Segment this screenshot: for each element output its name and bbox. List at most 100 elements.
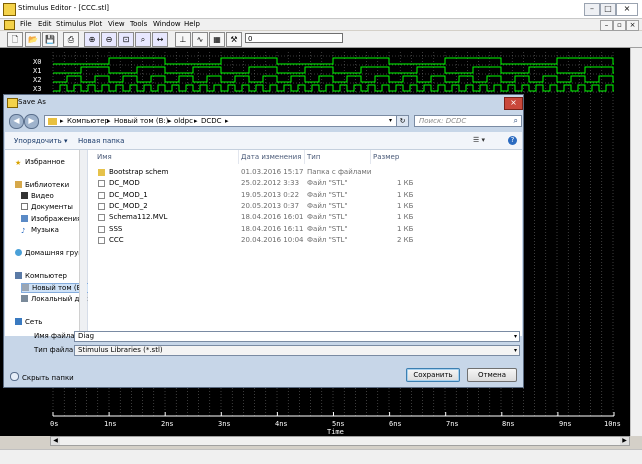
mdi-close-button[interactable]: × — [626, 20, 639, 31]
save-button[interactable]: Сохранить — [406, 368, 460, 382]
window-title: Stimulus Editor - [CCC.stl] — [18, 4, 110, 12]
pan-icon[interactable]: ↔ — [152, 32, 168, 47]
column-separator[interactable] — [238, 150, 239, 164]
column-type[interactable]: Тип — [307, 153, 320, 161]
axis-tick: 7ns — [446, 420, 459, 428]
mdi-restore-button[interactable]: ▫ — [613, 20, 626, 31]
menu-window[interactable]: Window — [153, 20, 181, 28]
column-separator[interactable] — [370, 150, 371, 164]
breadcrumb-computer[interactable]: Компьютер — [67, 117, 109, 125]
column-date[interactable]: Дата изменения — [241, 153, 301, 161]
breadcrumb-oldpc[interactable]: oldpc — [174, 117, 193, 125]
organize-button[interactable]: Упорядочить ▾ — [14, 137, 68, 145]
image-icon — [21, 215, 28, 222]
command-bar: Упорядочить ▾ Новая папка ☰ ▾ ? — [5, 132, 522, 150]
axis-title: Time — [327, 428, 344, 436]
file-row[interactable]: Schema112.MVL 18.04.2016 16:01 Файл "STL… — [88, 212, 522, 223]
mdi-minimize-button[interactable]: – — [600, 20, 613, 31]
menu-stimulus[interactable]: Stimulus — [56, 20, 86, 28]
waveform-icon[interactable]: ∿ — [192, 32, 208, 47]
new-icon[interactable]: 🗋 — [7, 32, 23, 47]
chevron-down-icon[interactable]: ▾ — [514, 346, 517, 355]
nav-network[interactable]: Сеть — [15, 318, 85, 326]
signal-waveform — [53, 66, 614, 74]
axis-tick: 4ns — [275, 420, 288, 428]
scroll-right-arrow-icon[interactable]: ▶ — [620, 437, 629, 445]
nav-favorites[interactable]: ★ Избранное — [15, 158, 85, 166]
chevron-down-icon[interactable]: ▾ — [514, 332, 517, 341]
address-bar[interactable]: ▸ Компьютер ▸ Новый том (B:) ▸ oldpc ▸ D… — [44, 115, 409, 127]
navigation-pane: ★ Избранное Библиотеки Видео Документы Из… — [5, 150, 93, 336]
save-icon[interactable]: 💾 — [42, 32, 58, 47]
zoom-in-icon[interactable]: ⊕ — [84, 32, 100, 47]
file-row[interactable]: Bootstrap schem 01.03.2016 15:17 Папка с… — [88, 167, 522, 178]
music-icon: ♪ — [21, 227, 26, 234]
status-bar — [0, 449, 642, 464]
dialog-close-button[interactable]: × — [504, 97, 523, 110]
file-row[interactable]: DC_MOD_2 20.05.2013 0:37 Файл "STL" 1 КБ — [88, 201, 522, 212]
zoom-out-icon[interactable]: ⊖ — [101, 32, 117, 47]
filetype-label: Тип файла: — [34, 346, 76, 354]
document-icon[interactable] — [4, 20, 15, 30]
document-icon — [21, 203, 28, 210]
zoom-fit-icon[interactable]: ⌕ — [135, 32, 151, 47]
file-row[interactable]: CCC 20.04.2016 10:04 Файл "STL" 2 КБ — [88, 235, 522, 246]
nav-computer[interactable]: Компьютер — [15, 272, 85, 280]
refresh-icon[interactable]: ↻ — [396, 115, 409, 127]
help-icon[interactable]: ? — [508, 136, 517, 145]
file-row[interactable]: DC_MOD_1 19.05.2013 0:22 Файл "STL" 1 КБ — [88, 190, 522, 201]
filename-input[interactable]: Diag ▾ — [74, 331, 520, 342]
new-folder-button[interactable]: Новая папка — [78, 137, 124, 145]
vertical-scrollbar[interactable] — [630, 48, 642, 436]
zoom-area-icon[interactable]: ⊡ — [118, 32, 134, 47]
minimize-button[interactable]: – — [584, 3, 600, 16]
folder-icon — [48, 118, 57, 125]
chevron-down-icon[interactable]: ▾ — [389, 117, 392, 124]
axis-tick: 10ns — [604, 420, 621, 428]
filename-value: Diag — [78, 332, 95, 340]
nav-homegroup[interactable]: Домашняя группа — [15, 249, 85, 257]
cancel-button[interactable]: Отмена — [467, 368, 517, 382]
menu-plot[interactable]: Plot — [89, 20, 102, 28]
print-icon[interactable]: ⎙ — [63, 32, 79, 47]
drive-icon — [22, 284, 29, 291]
scroll-left-arrow-icon[interactable]: ◀ — [51, 437, 60, 445]
menu-tools[interactable]: Tools — [130, 20, 147, 28]
search-input[interactable]: Поиск: DCDC ⌕ — [414, 115, 522, 127]
file-row[interactable]: DC_MOD 25.02.2012 3:33 Файл "STL" 1 КБ — [88, 178, 522, 189]
menu-file[interactable]: File — [20, 20, 32, 28]
horizontal-scrollbar[interactable]: ◀ ▶ — [50, 436, 630, 446]
forward-arrow-icon[interactable]: ▶ — [24, 114, 39, 129]
search-placeholder: Поиск: DCDC — [419, 117, 467, 125]
maximize-button[interactable]: □ — [600, 3, 616, 16]
signal-waveform — [53, 75, 614, 83]
column-name[interactable]: Имя — [97, 153, 112, 161]
grid-icon[interactable]: ▦ — [209, 32, 225, 47]
edge-icon[interactable]: ⊥ — [175, 32, 191, 47]
dialog-app-icon — [7, 98, 18, 108]
homegroup-icon — [15, 249, 22, 256]
menu-edit[interactable]: Edit — [38, 20, 52, 28]
nav-scrollbar[interactable] — [79, 150, 87, 336]
dialog-title-bar[interactable]: Save As × — [4, 95, 523, 110]
nav-libraries[interactable]: Библиотеки — [15, 181, 85, 189]
search-icon[interactable]: ⌕ — [514, 116, 518, 126]
close-button[interactable]: × — [616, 3, 638, 16]
file-icon — [98, 226, 105, 233]
menu-help[interactable]: Help — [184, 20, 200, 28]
column-size[interactable]: Размер — [373, 153, 399, 161]
axis-tick: 9ns — [559, 420, 572, 428]
tool-icon[interactable]: ⚒ — [226, 32, 242, 47]
back-arrow-icon[interactable]: ◀ — [9, 114, 24, 129]
file-row[interactable]: SSS 18.04.2016 16:11 Файл "STL" 1 КБ — [88, 224, 522, 235]
time-input[interactable]: 0 — [245, 33, 343, 43]
open-icon[interactable]: 📂 — [25, 32, 41, 47]
menu-view[interactable]: View — [108, 20, 125, 28]
column-separator[interactable] — [304, 150, 305, 164]
breadcrumb-dcdc[interactable]: DCDC — [201, 117, 222, 125]
filetype-select[interactable]: Stimulus Libraries (*.stl) ▾ — [74, 345, 520, 356]
hide-folders-toggle[interactable]: Скрыть папки — [10, 372, 74, 382]
breadcrumb-drive[interactable]: Новый том (B:) — [114, 117, 168, 125]
axis-tick: 5ns — [332, 420, 345, 428]
views-icon[interactable]: ☰ ▾ — [473, 136, 485, 144]
